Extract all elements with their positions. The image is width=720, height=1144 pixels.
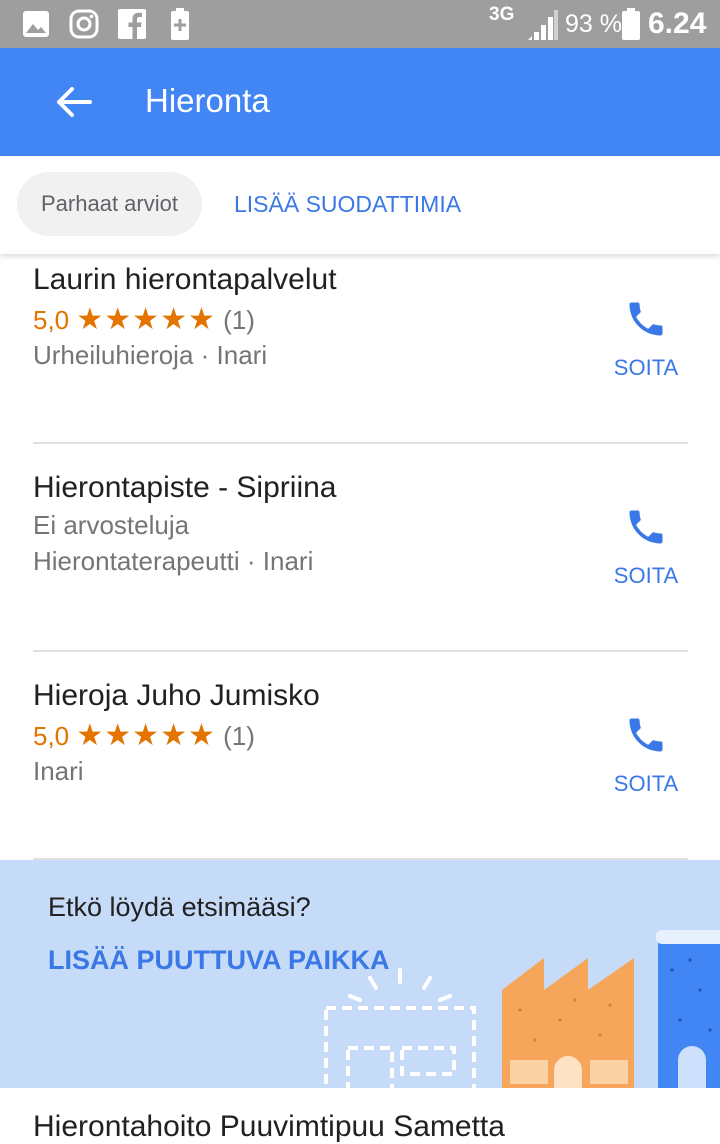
place-category: Urheiluhieroja · Inari <box>33 340 268 370</box>
instagram-icon <box>69 9 99 39</box>
place-category: Hierontaterapeutti · Inari <box>33 546 314 576</box>
arrow-left-icon <box>57 87 92 117</box>
phone-icon <box>629 302 663 336</box>
call-label: SOITA <box>613 771 679 796</box>
signal-icon <box>528 10 558 40</box>
battery-icon <box>622 8 640 40</box>
call-button[interactable]: SOITA <box>606 505 686 615</box>
missing-place-banner: Etkö löydä etsimääsi? LISÄÄ PUUTTUVA PAI… <box>0 860 720 1088</box>
back-button[interactable] <box>40 78 104 126</box>
list-item[interactable]: Hieroja Juho Jumisko 5,0 ★★★★★ (1) Inari… <box>0 670 720 878</box>
reviews-text: Ei arvosteluja <box>33 510 190 540</box>
phone-icon <box>629 510 663 544</box>
battery-percent: 93 % <box>565 10 622 38</box>
rating-row: 5,0 ★★★★★ (1) <box>33 718 255 753</box>
rating-value: 5,0 <box>33 721 70 751</box>
divider <box>33 442 688 444</box>
page-title: Hieronta <box>145 82 270 119</box>
filter-bar: Parhaat arviot LISÄÄ SUODATTIMIA <box>0 156 720 254</box>
clock: 6.24 <box>648 7 707 40</box>
place-name: Hierontapiste - Sipriina <box>33 471 337 504</box>
buildings-illustration <box>324 930 720 1088</box>
facebook-icon <box>118 9 146 39</box>
more-filters-button[interactable]: LISÄÄ SUODATTIMIA <box>234 172 461 236</box>
place-name: Hieroja Juho Jumisko <box>33 679 320 712</box>
list-item[interactable]: Hierontapiste - Sipriina Ei arvosteluja … <box>0 462 720 670</box>
divider <box>33 650 688 652</box>
place-name[interactable]: Hierontahoito Puuvimtipuu Sametta <box>33 1110 505 1144</box>
battery-saver-icon <box>171 8 189 40</box>
network-type: 3G <box>489 4 515 25</box>
app-bar: Hieronta <box>0 48 720 156</box>
call-label: SOITA <box>613 563 679 588</box>
top-rated-chip[interactable]: Parhaat arviot <box>17 172 202 236</box>
place-category: Inari <box>33 756 84 786</box>
status-bar: 3G 93 % 6.24 <box>0 0 720 48</box>
review-count: (1) <box>223 721 255 751</box>
call-label: SOITA <box>613 355 679 380</box>
rating-value: 5,0 <box>33 305 70 335</box>
star-rating: ★★★★★ <box>76 303 216 336</box>
banner-question: Etkö löydä etsimääsi? <box>48 892 311 922</box>
call-button[interactable]: SOITA <box>606 297 686 407</box>
gallery-icon <box>23 11 49 37</box>
star-rating: ★★★★★ <box>76 719 216 752</box>
phone-icon <box>629 718 663 752</box>
list-item[interactable]: Laurin hierontapalvelut 5,0 ★★★★★ (1) Ur… <box>0 254 720 462</box>
call-button[interactable]: SOITA <box>606 713 686 823</box>
place-name: Laurin hierontapalvelut <box>33 263 337 296</box>
rating-row: 5,0 ★★★★★ (1) <box>33 302 255 337</box>
review-count: (1) <box>223 305 255 335</box>
